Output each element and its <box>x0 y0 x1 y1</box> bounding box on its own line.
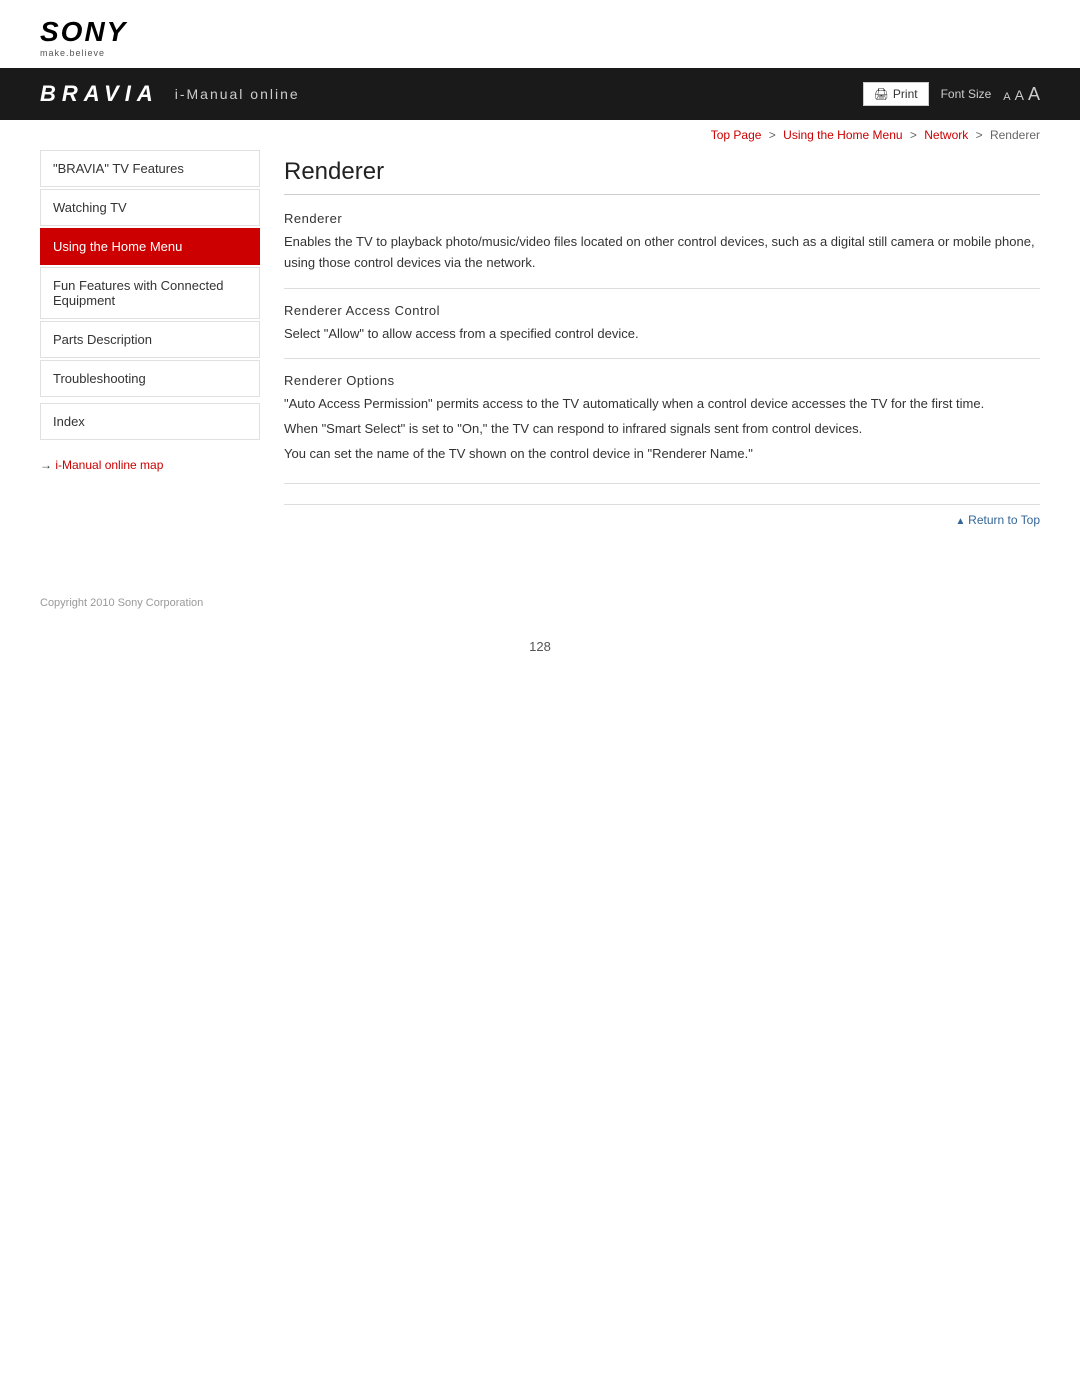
main-content: "BRAVIA" TV Features Watching TV Using t… <box>0 150 1080 567</box>
nav-bar-right: 🖨 Print Font Size A A A <box>863 82 1040 106</box>
breadcrumb-sep2: > <box>910 128 917 142</box>
content-area: Renderer Renderer Enables the TV to play… <box>284 150 1040 527</box>
section-body-options: "Auto Access Permission" permits access … <box>284 394 1040 483</box>
section-renderer-options: Renderer Options "Auto Access Permission… <box>284 373 1040 483</box>
copyright: Copyright 2010 Sony Corporation <box>0 587 1080 619</box>
nav-subtitle: i-Manual online <box>175 86 300 102</box>
nav-bar: BRAVIA i-Manual online 🖨 Print Font Size… <box>0 68 1080 120</box>
sidebar-item-using-home-menu[interactable]: Using the Home Menu <box>40 228 260 265</box>
font-small-button[interactable]: A <box>1003 91 1010 103</box>
section-header-renderer: Renderer <box>284 211 1040 226</box>
sidebar-map-link[interactable]: → i-Manual online map <box>40 454 260 476</box>
breadcrumb-sep3: > <box>976 128 983 142</box>
breadcrumb-network[interactable]: Network <box>924 128 968 142</box>
page-number: 128 <box>0 619 1080 674</box>
arrow-right-icon: → <box>40 458 55 472</box>
sony-logo: SONY make.believe <box>40 18 127 58</box>
print-label: Print <box>893 87 918 101</box>
section-renderer-access-control: Renderer Access Control Select "Allow" t… <box>284 303 1040 360</box>
options-line-3: You can set the name of the TV shown on … <box>284 444 1040 465</box>
breadcrumb-current: Renderer <box>990 128 1040 142</box>
options-line-1: "Auto Access Permission" permits access … <box>284 394 1040 415</box>
imanual-map-link[interactable]: i-Manual online map <box>55 458 163 472</box>
sidebar-item-fun-features[interactable]: Fun Features with Connected Equipment <box>40 267 260 319</box>
breadcrumb-home-menu[interactable]: Using the Home Menu <box>783 128 902 142</box>
breadcrumb-sep1: > <box>769 128 776 142</box>
section-header-options: Renderer Options <box>284 373 1040 388</box>
sidebar-item-parts-description[interactable]: Parts Description <box>40 321 260 358</box>
return-to-top[interactable]: Return to Top <box>284 504 1040 527</box>
print-button[interactable]: 🖨 Print <box>863 82 929 106</box>
return-to-top-link[interactable]: Return to Top <box>955 513 1040 527</box>
sidebar-label-fun-features: Fun Features with Connected Equipment <box>53 278 224 308</box>
print-icon: 🖨 <box>874 87 889 101</box>
top-bar: SONY make.believe <box>0 0 1080 68</box>
font-size-label: Font Size <box>941 87 992 101</box>
section-renderer: Renderer Enables the TV to playback phot… <box>284 211 1040 289</box>
sidebar-label-watching-tv: Watching TV <box>53 200 127 215</box>
sony-tagline: make.believe <box>40 48 105 58</box>
breadcrumb: Top Page > Using the Home Menu > Network… <box>0 120 1080 150</box>
font-mid-button[interactable]: A <box>1015 87 1024 103</box>
section-header-access-control: Renderer Access Control <box>284 303 1040 318</box>
sidebar-label-bravia-tv-features: "BRAVIA" TV Features <box>53 161 184 176</box>
sidebar-label-index: Index <box>53 414 85 429</box>
sidebar-label-using-home-menu: Using the Home Menu <box>53 239 182 254</box>
section-body-access-control: Select "Allow" to allow access from a sp… <box>284 324 1040 360</box>
breadcrumb-top-page[interactable]: Top Page <box>711 128 762 142</box>
section-body-renderer: Enables the TV to playback photo/music/v… <box>284 232 1040 289</box>
nav-bar-left: BRAVIA i-Manual online <box>40 81 300 107</box>
sidebar-item-watching-tv[interactable]: Watching TV <box>40 189 260 226</box>
sidebar-label-parts-description: Parts Description <box>53 332 152 347</box>
sidebar-label-troubleshooting: Troubleshooting <box>53 371 146 386</box>
sidebar-item-troubleshooting[interactable]: Troubleshooting <box>40 360 260 397</box>
font-large-button[interactable]: A <box>1028 84 1040 105</box>
font-size-controls: A A A <box>1003 84 1040 105</box>
sidebar-item-bravia-tv-features[interactable]: "BRAVIA" TV Features <box>40 150 260 187</box>
page-title: Renderer <box>284 158 1040 195</box>
sidebar-item-index[interactable]: Index <box>40 403 260 440</box>
sony-brand-text: SONY <box>40 18 127 46</box>
sidebar: "BRAVIA" TV Features Watching TV Using t… <box>40 150 260 527</box>
options-line-2: When "Smart Select" is set to "On," the … <box>284 419 1040 440</box>
bravia-logo: BRAVIA <box>40 81 159 107</box>
